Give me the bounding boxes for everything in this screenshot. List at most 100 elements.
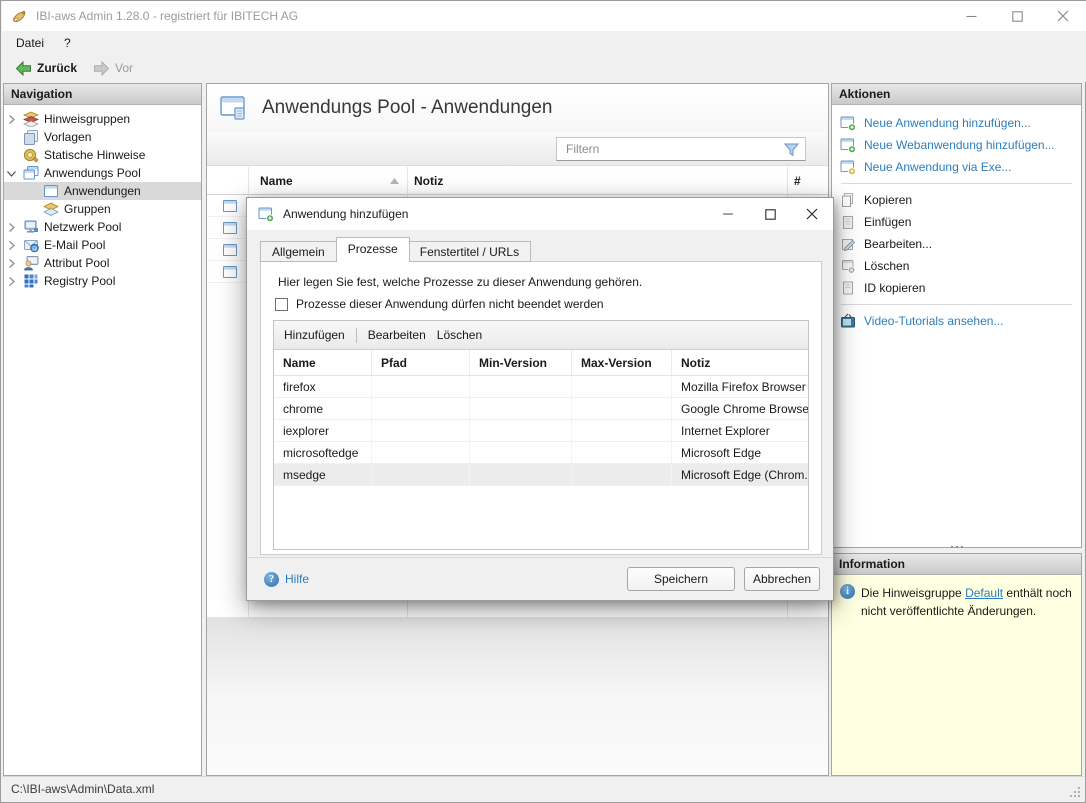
action-label: Neue Webanwendung hinzufügen... xyxy=(864,138,1055,152)
process-row-iexplorer[interactable]: iexplorer Internet Explorer xyxy=(274,420,808,442)
nav-toolbar: Zurück Vor xyxy=(2,54,1086,82)
status-bar: C:\IBI-aws\Admin\Data.xml xyxy=(2,776,1084,801)
no-terminate-checkbox[interactable] xyxy=(275,298,288,311)
column-header-count[interactable]: # xyxy=(794,174,801,188)
sidebar-item-attribut-pool[interactable]: Attribut Pool xyxy=(4,254,201,272)
col-pfad[interactable]: Pfad xyxy=(372,350,470,375)
edit-icon xyxy=(840,236,856,252)
delete-process-button[interactable]: Löschen xyxy=(437,328,482,342)
sidebar-item-label: E-Mail Pool xyxy=(44,238,105,252)
tab-fenstertitel-urls[interactable]: Fenstertitel / URLs xyxy=(409,241,531,262)
col-notiz[interactable]: Notiz xyxy=(672,350,808,375)
sidebar-item-hinweisgruppen[interactable]: Hinweisgruppen xyxy=(4,110,201,128)
column-header-name[interactable]: Name xyxy=(260,174,293,188)
sidebar-item-netzwerk-pool[interactable]: Netzwerk Pool xyxy=(4,218,201,236)
process-row-microsoftedge[interactable]: microsoftedge Microsoft Edge xyxy=(274,442,808,464)
save-button[interactable]: Speichern xyxy=(627,567,735,591)
sidebar-item-statische-hinweise[interactable]: Statische Hinweise xyxy=(4,146,201,164)
dialog-close-button[interactable] xyxy=(791,198,833,230)
sidebar-item-label: Registry Pool xyxy=(44,274,115,288)
cell-max xyxy=(572,420,672,441)
sidebar-item-vorlagen[interactable]: Vorlagen xyxy=(4,128,201,146)
cell-pfad xyxy=(372,398,470,419)
dialog-minimize-button[interactable] xyxy=(707,198,749,230)
col-max-version[interactable]: Max-Version xyxy=(572,350,672,375)
col-min-version[interactable]: Min-Version xyxy=(470,350,572,375)
sidebar-item-registry-pool[interactable]: Registry Pool xyxy=(4,272,201,290)
no-terminate-checkbox-row: Prozesse dieser Anwendung dürfen nicht b… xyxy=(275,297,604,311)
action-new-application-via-exe[interactable]: Neue Anwendung via Exe... xyxy=(832,156,1081,178)
sidebar-item-label: Hinweisgruppen xyxy=(44,112,130,126)
close-button[interactable] xyxy=(1040,1,1086,31)
panel-splitter-handle[interactable] xyxy=(831,540,1082,553)
process-table: Hinzufügen Bearbeiten Löschen Name Pfad … xyxy=(273,320,809,550)
application-window-icon xyxy=(222,198,238,214)
sidebar-item-anwendungs-pool[interactable]: Anwendungs Pool xyxy=(4,164,201,182)
cancel-button[interactable]: Abbrechen xyxy=(744,567,820,591)
chevron-right-icon[interactable] xyxy=(4,223,18,232)
cell-max xyxy=(572,442,672,463)
action-delete[interactable]: Löschen xyxy=(832,255,1081,277)
new-webapplication-icon xyxy=(840,137,856,153)
dialog-maximize-button[interactable] xyxy=(749,198,791,230)
filter-input[interactable] xyxy=(557,138,805,160)
hinweisgruppe-default-link[interactable]: Default xyxy=(965,586,1003,600)
chevron-down-icon[interactable] xyxy=(4,169,18,178)
resize-grip[interactable] xyxy=(1068,785,1081,798)
menu-help[interactable]: ? xyxy=(54,31,81,54)
process-row-firefox[interactable]: firefox Mozilla Firefox Browser xyxy=(274,376,808,398)
notice-groups-icon xyxy=(23,111,39,127)
chevron-right-icon[interactable] xyxy=(4,115,18,124)
chevron-right-icon[interactable] xyxy=(4,241,18,250)
action-edit[interactable]: Bearbeiten... xyxy=(832,233,1081,255)
window-title: IBI-aws Admin 1.28.0 - registriert für I… xyxy=(36,9,298,23)
edit-process-button[interactable]: Bearbeiten xyxy=(368,328,426,342)
info-text-before: Die Hinweisgruppe xyxy=(861,586,965,600)
help-link[interactable]: ? Hilfe xyxy=(264,572,309,587)
column-header-notiz[interactable]: Notiz xyxy=(414,174,443,188)
sidebar-item-label: Anwendungs Pool xyxy=(44,166,141,180)
action-paste[interactable]: Einfügen xyxy=(832,211,1081,233)
minimize-button[interactable] xyxy=(948,1,994,31)
svg-text:@: @ xyxy=(32,246,38,252)
help-label: Hilfe xyxy=(285,572,309,586)
add-process-button[interactable]: Hinzufügen xyxy=(284,328,345,342)
forward-button[interactable]: Vor xyxy=(86,56,140,80)
cell-name: msedge xyxy=(274,464,372,485)
back-label: Zurück xyxy=(37,61,77,75)
sidebar-item-gruppen[interactable]: Gruppen xyxy=(4,200,201,218)
action-new-webapplication[interactable]: Neue Webanwendung hinzufügen... xyxy=(832,134,1081,156)
chevron-right-icon[interactable] xyxy=(4,259,18,268)
cell-max xyxy=(572,398,672,419)
process-row-msedge[interactable]: msedge Microsoft Edge (Chrom... xyxy=(274,464,808,486)
action-label: Neue Anwendung hinzufügen... xyxy=(864,116,1031,130)
back-button[interactable]: Zurück xyxy=(8,56,84,80)
cell-name: iexplorer xyxy=(274,420,372,441)
cell-notiz: Internet Explorer xyxy=(672,420,808,441)
tab-allgemein[interactable]: Allgemein xyxy=(260,241,337,262)
sidebar-item-email-pool[interactable]: @ E-Mail Pool xyxy=(4,236,201,254)
add-application-dialog: Anwendung hinzufügen Allgemein Prozesse … xyxy=(246,197,834,601)
maximize-button[interactable] xyxy=(994,1,1040,31)
action-copy-id[interactable]: ID kopieren xyxy=(832,277,1081,299)
sidebar-item-label: Attribut Pool xyxy=(44,256,109,270)
action-video-tutorials[interactable]: Video-Tutorials ansehen... xyxy=(832,310,1081,332)
actions-separator xyxy=(841,183,1072,184)
action-new-application[interactable]: Neue Anwendung hinzufügen... xyxy=(832,112,1081,134)
process-table-header: Name Pfad Min-Version Max-Version Notiz xyxy=(274,350,808,376)
chevron-right-icon[interactable] xyxy=(4,277,18,286)
navigation-tree: Hinweisgruppen Vorlagen Statische Hinwei… xyxy=(4,105,201,290)
process-row-chrome[interactable]: chrome Google Chrome Browser xyxy=(274,398,808,420)
menu-file[interactable]: Datei xyxy=(2,31,54,54)
checkbox-label: Prozesse dieser Anwendung dürfen nicht b… xyxy=(296,297,604,311)
main-header: Anwendungs Pool - Anwendungen xyxy=(207,84,828,132)
col-name[interactable]: Name xyxy=(274,350,372,375)
main-table-header: Name Notiz # xyxy=(207,167,828,195)
tab-prozesse[interactable]: Prozesse xyxy=(336,237,410,262)
menu-bar: Datei ? xyxy=(2,31,1086,54)
registry-pool-icon xyxy=(23,273,39,289)
cell-min xyxy=(470,398,572,419)
sidebar-item-anwendungen[interactable]: Anwendungen xyxy=(4,182,201,200)
action-copy[interactable]: Kopieren xyxy=(832,189,1081,211)
filter-funnel-icon[interactable] xyxy=(784,143,799,157)
